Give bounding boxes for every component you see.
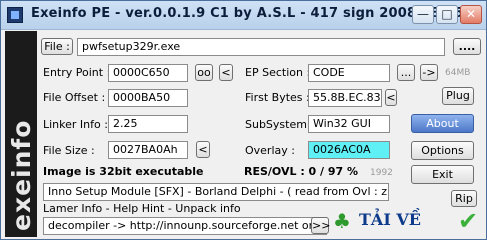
entry-point-oo-button[interactable]: oo [195, 64, 213, 81]
file-size-label: File Size : [43, 144, 95, 157]
file-name-field[interactable]: pwfsetup329r.exe [77, 38, 445, 56]
entry-point-arrow-button[interactable]: < [219, 64, 233, 81]
taive-watermark: ♣ TẢI VỀ [333, 208, 451, 236]
window-title: Exeinfo PE - ver.0.0.1.9 C1 by A.S.L - 4… [31, 6, 464, 21]
exeinfo-logo: exeinfo [5, 31, 37, 237]
decompiler-hint-field[interactable]: decompiler -> http://innounp.sourceforge… [43, 217, 327, 235]
memory-size-hint: 64MB [445, 68, 471, 78]
first-bytes-field[interactable]: 55.8B.EC.83.C4 [308, 89, 382, 107]
file-offset-label: File Offset : [43, 91, 106, 104]
taive-text: TẢI VỀ [359, 210, 421, 229]
title-bar[interactable]: Exeinfo PE - ver.0.0.1.9 C1 by A.S.L - 4… [1, 1, 486, 30]
subsystem-label: SubSystem : [245, 118, 315, 131]
app-window: Exeinfo PE - ver.0.0.1.9 C1 by A.S.L - 4… [0, 0, 487, 240]
file-offset-field[interactable]: 0000BA50 [108, 89, 188, 107]
browse-button[interactable]: .... [453, 38, 481, 55]
entry-point-field[interactable]: 0000C650 [108, 64, 188, 82]
ep-section-arrow-button[interactable]: -> [420, 64, 438, 81]
about-button[interactable]: About [411, 114, 474, 133]
ep-section-label: EP Section : [245, 66, 311, 79]
linker-info-field[interactable]: 2.25 [108, 115, 188, 133]
minimize-button[interactable]: — [412, 5, 434, 24]
executable-type-text: Image is 32bit executable [43, 165, 204, 178]
first-bytes-arrow-button[interactable]: < [385, 89, 397, 106]
close-button[interactable]: ✕ [460, 5, 482, 24]
clover-icon: ♣ [333, 209, 351, 233]
year-hint: 1992 [370, 168, 393, 178]
maximize-button[interactable]: □ [436, 5, 458, 24]
plug-button[interactable]: Plug [442, 87, 474, 105]
file-size-field[interactable]: 0027BA0Ah [108, 141, 188, 159]
detection-result-field[interactable]: Inno Setup Module [SFX] - Borland Delphi… [43, 183, 389, 201]
decompiler-go-button[interactable]: >> [311, 217, 330, 234]
ep-section-field[interactable]: CODE [308, 64, 390, 82]
linker-info-label: Linker Info : [43, 118, 108, 131]
subsystem-field[interactable]: Win32 GUI [308, 115, 390, 133]
checkmark-icon: ✔ [457, 207, 479, 235]
res-ovl-text: RES/OVL : 0 / 97 % [244, 165, 359, 178]
overlay-label: Overlay : [245, 144, 295, 157]
first-bytes-label: First Bytes : [245, 91, 310, 104]
options-button[interactable]: Options [411, 141, 474, 160]
app-icon [7, 7, 23, 23]
overlay-field[interactable]: 0026AC0A [308, 141, 390, 159]
ep-section-dots-button[interactable]: ... [397, 64, 415, 81]
rip-button[interactable]: Rip [451, 190, 477, 207]
entry-point-label: Entry Point : [43, 66, 111, 79]
lamer-info-text: Lamer Info - Help Hint - Unpack info [43, 202, 241, 215]
file-size-arrow-button[interactable]: < [196, 141, 210, 158]
logo-text: exeinfo [7, 119, 36, 231]
exit-button[interactable]: Exit [411, 165, 474, 184]
file-button[interactable]: File : [41, 38, 73, 55]
